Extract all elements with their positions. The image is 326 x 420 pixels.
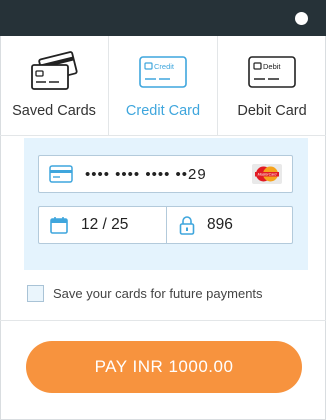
credit-card-icon: Credit (138, 51, 188, 93)
card-number-field[interactable]: •••• •••• •••• ••29 MasterCard (38, 155, 293, 193)
pay-button[interactable]: PAY INR 1000.00 (26, 341, 302, 393)
save-cards-checkbox[interactable] (27, 285, 44, 302)
tab-debit-card[interactable]: Debit Debit Card (218, 36, 326, 135)
card-number-value: •••• •••• •••• ••29 (85, 165, 207, 183)
card-form-panel: •••• •••• •••• ••29 MasterCard 12 / 25 8… (24, 138, 308, 270)
mastercard-logo-icon: MasterCard (252, 164, 282, 184)
payment-method-tabs: Saved Cards Credit Credit Card Debit Deb… (0, 36, 326, 136)
tab-saved-cards[interactable]: Saved Cards (0, 36, 109, 135)
tab-label-debit-card: Debit Card (237, 103, 307, 119)
top-bar (0, 0, 326, 36)
expiry-cvv-row: 12 / 25 896 (38, 206, 293, 244)
status-dot-icon (295, 12, 308, 25)
mastercard-logo-text: MasterCard (258, 173, 278, 177)
tab-label-saved-cards: Saved Cards (12, 103, 96, 119)
saved-cards-icon (26, 51, 82, 93)
save-cards-label: Save your cards for future payments (53, 286, 263, 301)
expiry-value: 12 / 25 (81, 216, 129, 233)
save-cards-option[interactable]: Save your cards for future payments (27, 285, 263, 302)
debit-icon-text: Debit (263, 62, 281, 71)
cvv-field[interactable]: 896 (167, 207, 292, 243)
lock-icon (179, 216, 195, 235)
credit-icon-text: Credit (154, 62, 175, 71)
debit-card-icon: Debit (247, 51, 297, 93)
cvv-value: 896 (207, 216, 233, 233)
calendar-icon (50, 217, 68, 234)
card-icon (49, 165, 73, 183)
tab-label-credit-card: Credit Card (125, 103, 201, 119)
divider (0, 320, 326, 321)
expiry-field[interactable]: 12 / 25 (39, 207, 167, 243)
tab-credit-card[interactable]: Credit Credit Card (109, 36, 218, 135)
